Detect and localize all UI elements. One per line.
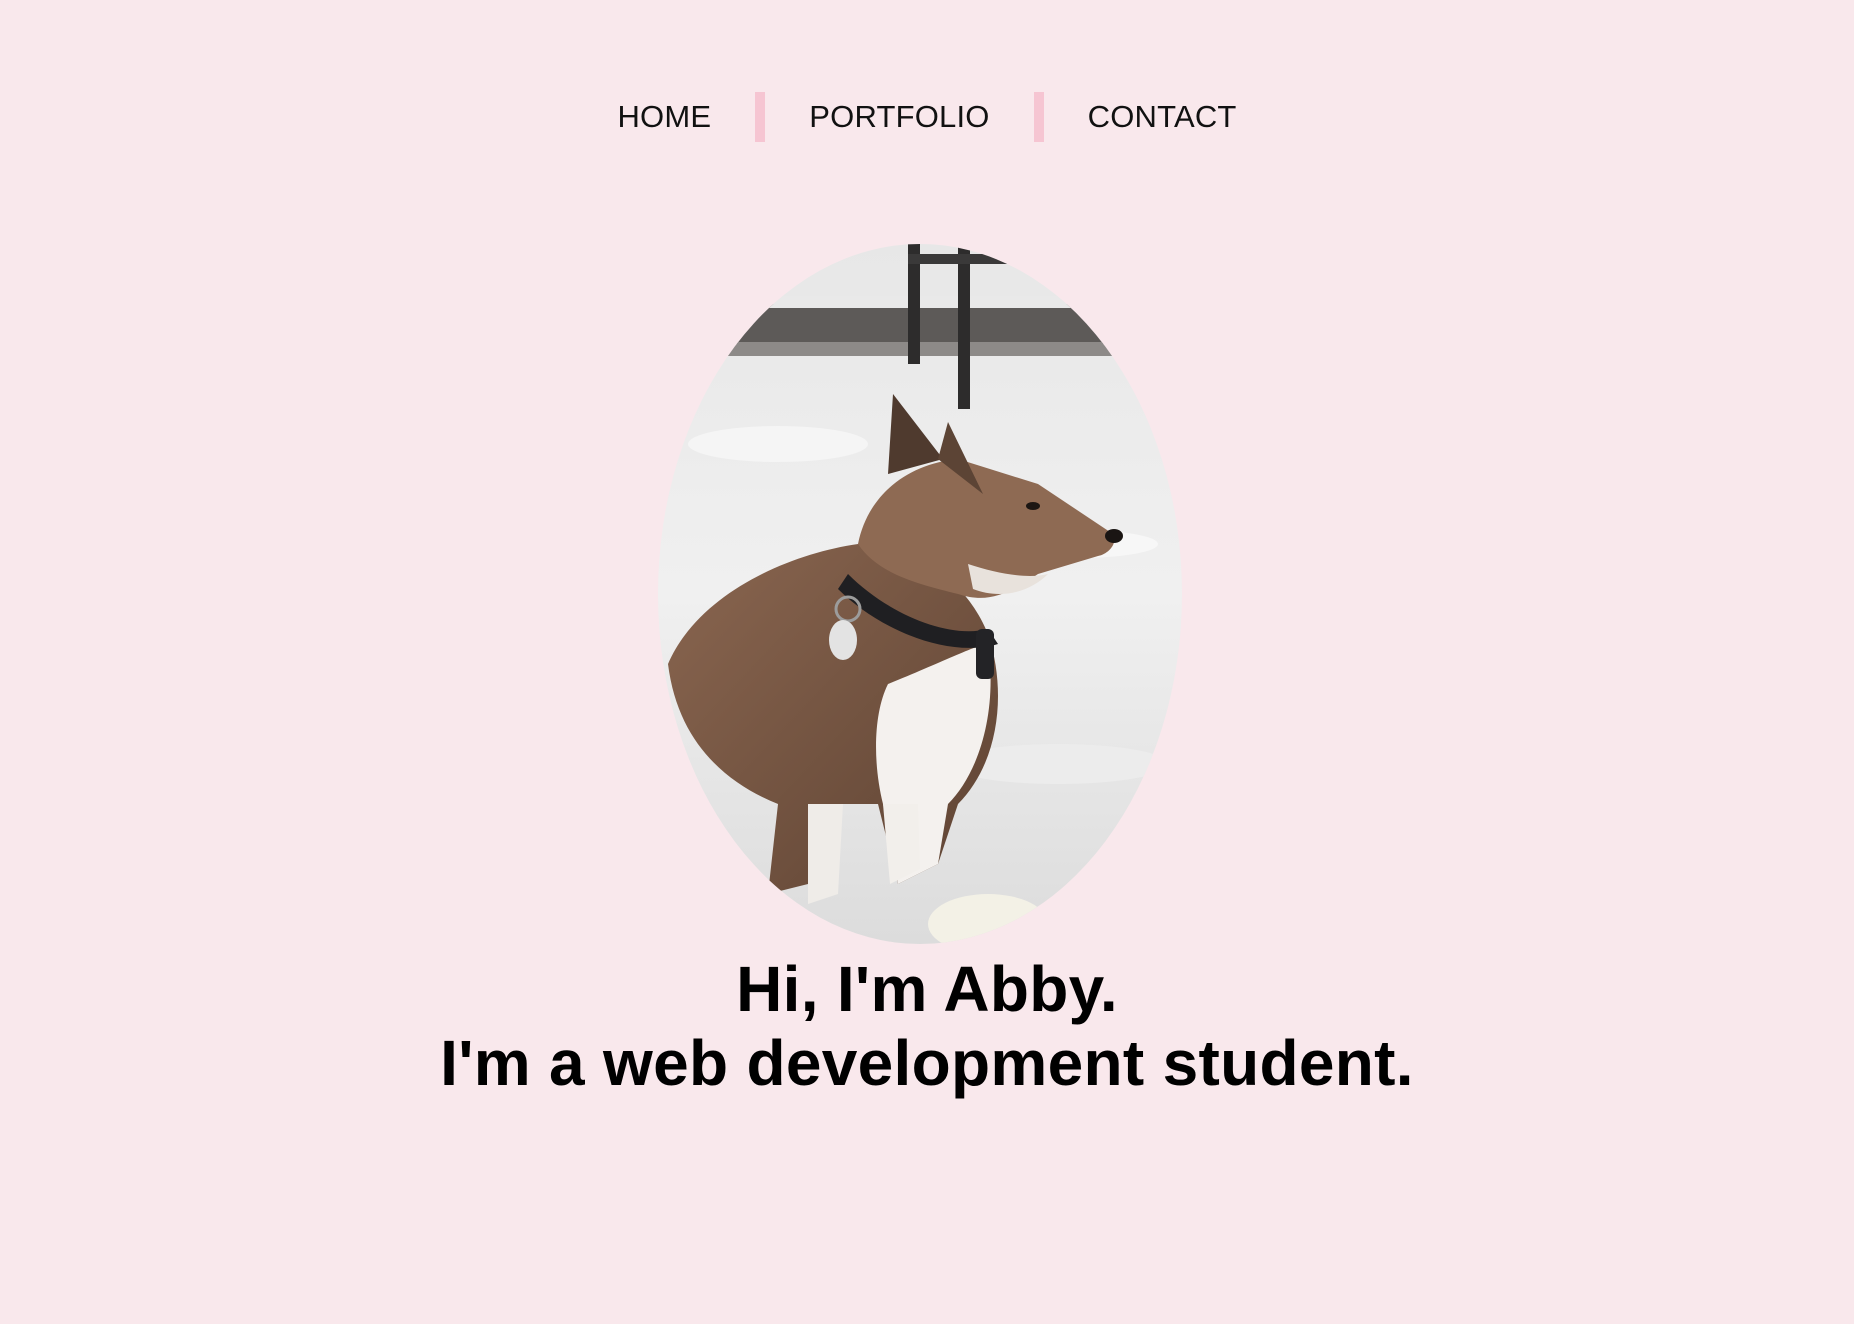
- nav-home-link[interactable]: HOME: [573, 92, 755, 142]
- nav-separator: [1033, 92, 1044, 142]
- profile-photo: [658, 244, 1182, 944]
- dog-in-snow-photo-icon: [658, 244, 1182, 944]
- main-nav: HOME PORTFOLIO CONTACT: [0, 92, 1854, 142]
- hero-headline: Hi, I'm Abby. I'm a web development stud…: [0, 952, 1854, 1100]
- nav-contact-link[interactable]: CONTACT: [1044, 92, 1281, 142]
- nav-separator: [755, 92, 766, 142]
- nav-portfolio-link[interactable]: PORTFOLIO: [765, 92, 1033, 142]
- hero-tagline: I'm a web development student.: [440, 1027, 1414, 1099]
- hero-greeting: Hi, I'm Abby.: [736, 953, 1118, 1025]
